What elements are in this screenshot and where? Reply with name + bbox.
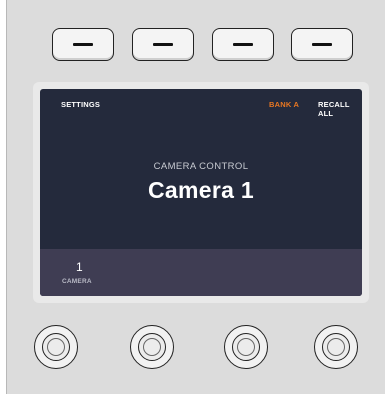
dash-icon bbox=[153, 43, 173, 46]
control-panel: SETTINGS BANK A RECALL ALL CAMERA CONTRO… bbox=[6, 0, 385, 394]
camera-number: 1 bbox=[76, 260, 83, 274]
dash-icon bbox=[312, 43, 332, 46]
knob-cap bbox=[327, 338, 345, 356]
knob-ring bbox=[322, 333, 350, 361]
dash-icon bbox=[73, 43, 93, 46]
bank-label[interactable]: BANK A bbox=[269, 100, 299, 109]
settings-label[interactable]: SETTINGS bbox=[61, 100, 100, 109]
knob-3[interactable] bbox=[224, 325, 268, 369]
lcd-bezel: SETTINGS BANK A RECALL ALL CAMERA CONTRO… bbox=[33, 82, 369, 303]
knob-ring bbox=[42, 333, 70, 361]
lcd-title: Camera 1 bbox=[148, 177, 254, 203]
knob-cap bbox=[237, 338, 255, 356]
knob-4[interactable] bbox=[314, 325, 358, 369]
softkey-2-button[interactable] bbox=[132, 28, 194, 61]
softkey-1-button[interactable] bbox=[52, 28, 114, 61]
softkey-4-button[interactable] bbox=[291, 28, 353, 61]
knob-2[interactable] bbox=[130, 325, 174, 369]
knob-ring bbox=[138, 333, 166, 361]
softkey-3-button[interactable] bbox=[212, 28, 274, 61]
knob-ring bbox=[232, 333, 260, 361]
lcd-screen: SETTINGS BANK A RECALL ALL CAMERA CONTRO… bbox=[40, 89, 362, 296]
lcd-subtitle: CAMERA CONTROL bbox=[153, 161, 249, 172]
knob-1[interactable] bbox=[34, 325, 78, 369]
lcd-bottom-bar: 1 CAMERA bbox=[40, 249, 362, 296]
knob-cap bbox=[143, 338, 161, 356]
knob-cap bbox=[47, 338, 65, 356]
lcd-top-bar: SETTINGS BANK A RECALL ALL bbox=[40, 89, 362, 118]
dash-icon bbox=[233, 43, 253, 46]
camera-label: CAMERA bbox=[62, 278, 92, 285]
recall-all-label[interactable]: RECALL ALL bbox=[318, 100, 362, 118]
